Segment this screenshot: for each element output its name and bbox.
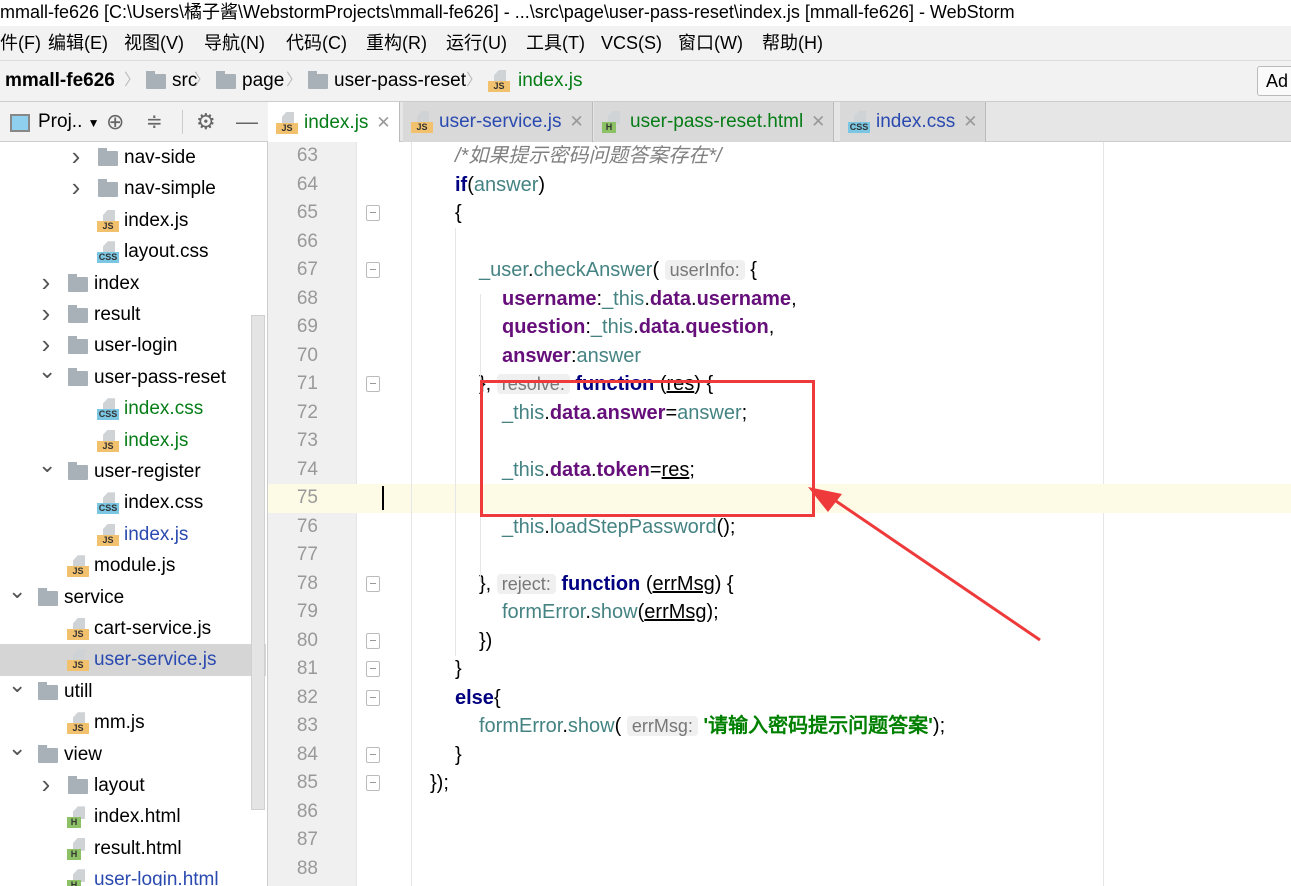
annotation-arrow	[808, 487, 1041, 642]
arrow-head	[808, 487, 842, 512]
arrow-shaft	[829, 495, 1041, 642]
